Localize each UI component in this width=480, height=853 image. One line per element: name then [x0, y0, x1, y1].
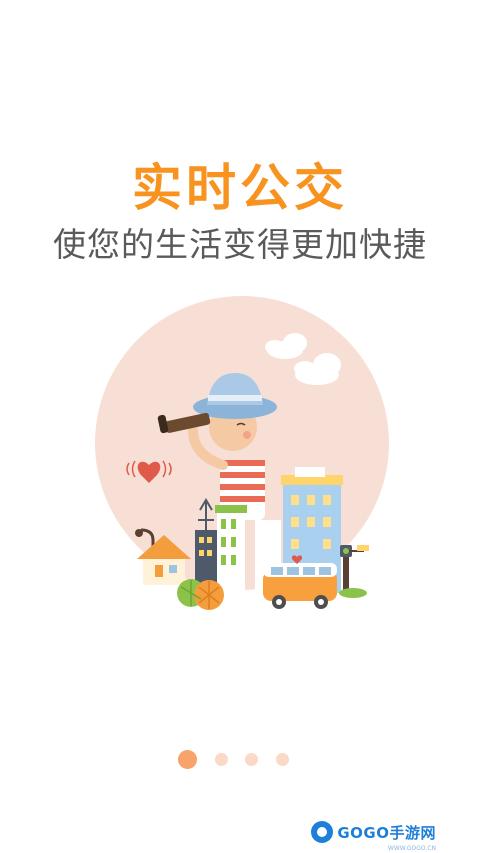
page-dot-4[interactable] [276, 753, 289, 766]
page-subtitle: 使您的生活变得更加快捷 [53, 225, 427, 264]
page-dot-2[interactable] [215, 753, 228, 766]
watermark: GOGO手游网 WWW.GOGO.CN [311, 819, 436, 852]
watermark-brand: GOGO手游网 [337, 823, 436, 842]
gogo-logo-icon [311, 821, 334, 843]
page-dot-3[interactable] [245, 753, 258, 766]
watermark-url: WWW.GOGO.CN [387, 845, 436, 852]
bus-icon [263, 555, 337, 609]
page-indicator [0, 748, 480, 772]
page-dot-1[interactable] [178, 750, 197, 769]
city-illustration [95, 296, 389, 610]
page-title: 实时公交 [132, 159, 348, 217]
green-building-icon [215, 505, 247, 590]
traffic-light-icon [339, 545, 369, 598]
